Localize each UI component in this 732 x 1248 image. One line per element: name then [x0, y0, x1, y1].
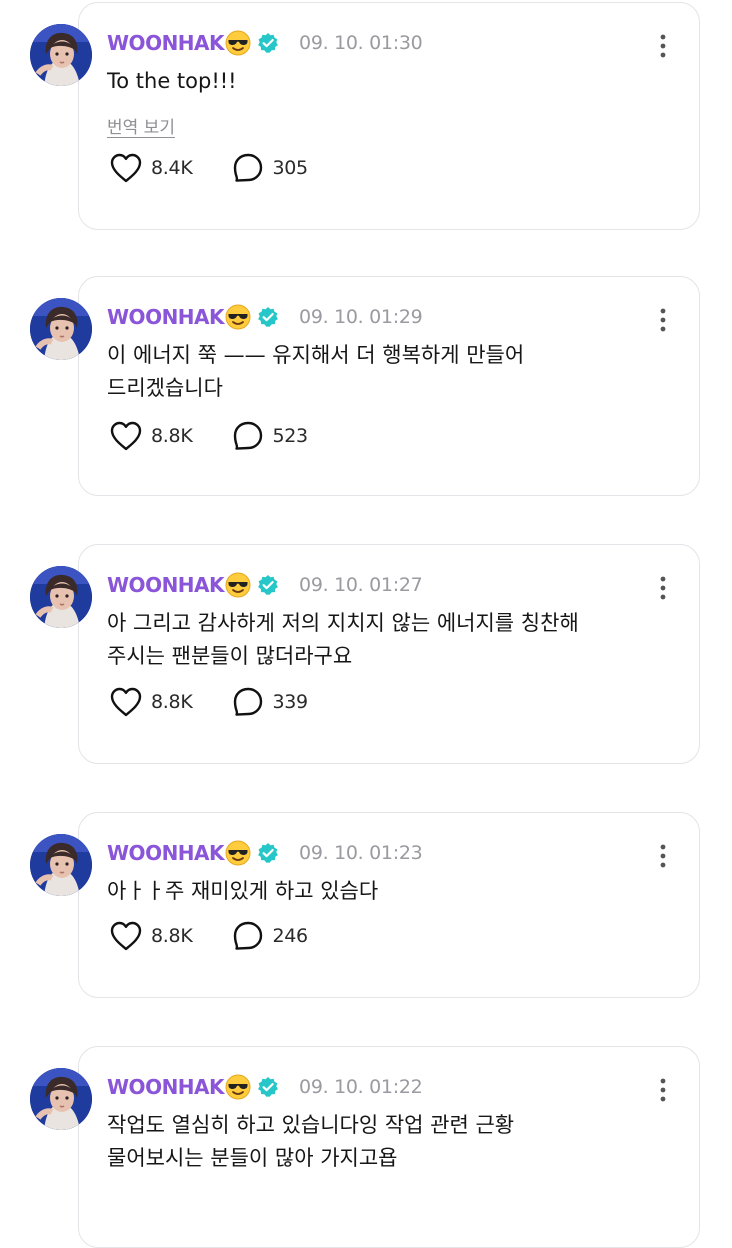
like-button[interactable]: 8.8K [109, 420, 193, 452]
author-name[interactable]: WOONHAK [107, 31, 225, 55]
comment-count: 305 [272, 157, 308, 179]
avatar[interactable] [30, 24, 92, 86]
comment-count: 523 [272, 425, 308, 447]
post-actions: 8.8K 339 [109, 685, 308, 719]
more-vertical-icon[interactable] [657, 1077, 669, 1103]
post-card[interactable]: WOONHAK 09. 10. 01:23 아ㅏㅏ주 재미있게 하고 있슴다 8… [78, 812, 700, 998]
verified-badge-icon [257, 306, 279, 328]
author-name[interactable]: WOONHAK [107, 573, 225, 597]
comment-button[interactable]: 339 [232, 686, 308, 718]
comment-bubble-icon [232, 920, 264, 952]
post-header: WOONHAK 09. 10. 01:22 [107, 1073, 423, 1101]
like-button[interactable]: 8.8K [109, 686, 193, 718]
avatar[interactable] [30, 1068, 92, 1130]
comment-bubble-icon [232, 686, 264, 718]
avatar[interactable] [30, 834, 92, 896]
like-button[interactable]: 8.4K [109, 152, 193, 184]
verified-badge-icon [257, 574, 279, 596]
smiling-face-with-sunglasses-icon [225, 840, 251, 866]
post-timestamp: 09. 10. 01:22 [299, 1076, 423, 1098]
smiling-face-with-sunglasses-icon [225, 304, 251, 330]
more-vertical-icon[interactable] [657, 33, 669, 59]
avatar[interactable] [30, 566, 92, 628]
post-header: WOONHAK 09. 10. 01:30 [107, 29, 423, 57]
comment-button[interactable]: 246 [232, 920, 308, 952]
like-count: 8.8K [151, 691, 193, 713]
heart-outline-icon [109, 420, 143, 452]
post-timestamp: 09. 10. 01:27 [299, 574, 423, 596]
post-card[interactable]: WOONHAK 09. 10. 01:30 To the top!!! 번역 보… [78, 2, 700, 230]
post-actions: 8.8K 523 [109, 419, 308, 453]
post-card[interactable]: WOONHAK 09. 10. 01:22 작업도 열심히 하고 있습니다잉 작… [78, 1046, 700, 1248]
heart-outline-icon [109, 152, 143, 184]
like-count: 8.4K [151, 157, 193, 179]
author-name[interactable]: WOONHAK [107, 305, 225, 329]
heart-outline-icon [109, 920, 143, 952]
post-text: 아ㅏㅏ주 재미있게 하고 있슴다 [107, 879, 379, 903]
post-header: WOONHAK 09. 10. 01:29 [107, 303, 423, 331]
smiling-face-with-sunglasses-icon [225, 572, 251, 598]
comment-button[interactable]: 305 [232, 152, 308, 184]
more-vertical-icon[interactable] [657, 575, 669, 601]
post-card[interactable]: WOONHAK 09. 10. 01:27 아 그리고 감사하게 저의 지치지 … [78, 544, 700, 764]
like-count: 8.8K [151, 425, 193, 447]
post-actions: 8.4K 305 [109, 151, 308, 185]
comment-button[interactable]: 523 [232, 420, 308, 452]
translate-link[interactable]: 번역 보기 [107, 113, 175, 138]
more-vertical-icon[interactable] [657, 843, 669, 869]
verified-badge-icon [257, 32, 279, 54]
post-card[interactable]: WOONHAK 09. 10. 01:29 이 에너지 쭉 —— 유지해서 더 … [78, 276, 700, 496]
post-header: WOONHAK 09. 10. 01:23 [107, 839, 423, 867]
post-header: WOONHAK 09. 10. 01:27 [107, 571, 423, 599]
post-text: 이 에너지 쭉 —— 유지해서 더 행복하게 만들어 드리겠습니다 [107, 343, 525, 400]
post-timestamp: 09. 10. 01:29 [299, 306, 423, 328]
like-button[interactable]: 8.8K [109, 920, 193, 952]
post-text: 아 그리고 감사하게 저의 지치지 않는 에너지를 칭찬해 주시는 팬분들이 많… [107, 611, 579, 668]
avatar[interactable] [30, 298, 92, 360]
comment-count: 339 [272, 691, 308, 713]
smiling-face-with-sunglasses-icon [225, 1074, 251, 1100]
verified-badge-icon [257, 1076, 279, 1098]
post-actions: 8.8K 246 [109, 919, 308, 953]
more-vertical-icon[interactable] [657, 307, 669, 333]
comment-bubble-icon [232, 152, 264, 184]
post-timestamp: 09. 10. 01:23 [299, 842, 423, 864]
like-count: 8.8K [151, 925, 193, 947]
author-name[interactable]: WOONHAK [107, 841, 225, 865]
author-name[interactable]: WOONHAK [107, 1075, 225, 1099]
post-timestamp: 09. 10. 01:30 [299, 32, 423, 54]
smiling-face-with-sunglasses-icon [225, 30, 251, 56]
verified-badge-icon [257, 842, 279, 864]
post-text: 작업도 열심히 하고 있습니다잉 작업 관련 근황 물어보시는 분들이 많아 가… [107, 1113, 515, 1170]
heart-outline-icon [109, 686, 143, 718]
comment-count: 246 [272, 925, 308, 947]
post-text: To the top!!! [107, 69, 237, 93]
comment-bubble-icon [232, 420, 264, 452]
